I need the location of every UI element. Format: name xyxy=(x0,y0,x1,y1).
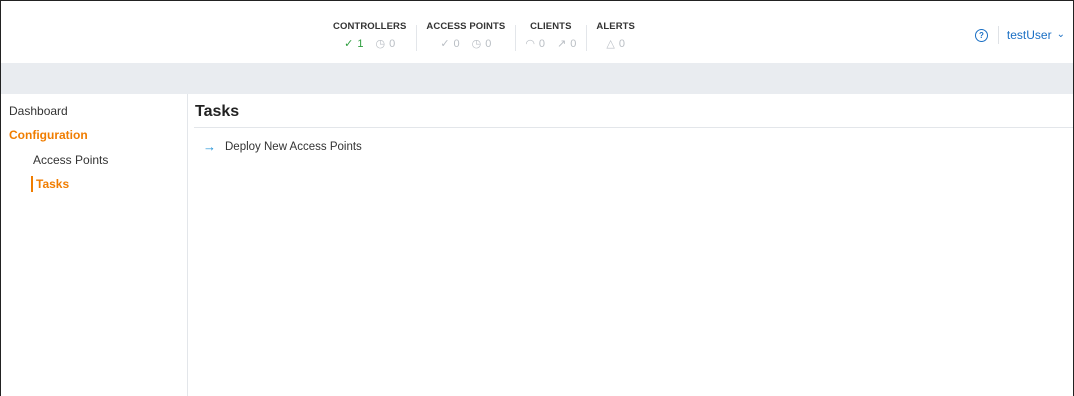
stat-controllers[interactable]: CONTROLLERS ✓ 1 ◷ 0 xyxy=(323,21,416,61)
clients-wireless: ◠ 0 xyxy=(525,37,545,51)
page-title: Tasks xyxy=(195,103,240,120)
warning-triangle-icon: △ xyxy=(606,37,615,50)
stat-value: 0 xyxy=(389,38,396,50)
controllers-up: ✓ 1 xyxy=(344,37,363,51)
chevron-down-icon: ⌄ xyxy=(1056,29,1065,40)
stat-alerts[interactable]: ALERTS △ 0 xyxy=(586,21,645,61)
status-summary: CONTROLLERS ✓ 1 ◷ 0 ACCESS POINTS ✓ 0 ◷ … xyxy=(323,21,645,61)
access-points-up: ✓ 0 xyxy=(440,37,459,51)
stat-value: 0 xyxy=(538,38,546,50)
user-area: ? testUser ⌄ xyxy=(974,26,1065,44)
stat-title: CONTROLLERS xyxy=(333,21,407,32)
sidebar-item-access-points[interactable]: Access Points xyxy=(33,153,108,167)
sidebar-item-configuration[interactable]: Configuration xyxy=(9,128,88,142)
stat-access-points[interactable]: ACCESS POINTS ✓ 0 ◷ 0 xyxy=(416,21,515,61)
divider xyxy=(194,127,1073,128)
stat-title: ALERTS xyxy=(596,21,635,32)
main-content: Tasks → Deploy New Access Points xyxy=(188,94,1073,396)
check-circle-icon: ✓ xyxy=(440,37,450,50)
stat-value: 0 xyxy=(618,38,625,50)
top-header: CONTROLLERS ✓ 1 ◷ 0 ACCESS POINTS ✓ 0 ◷ … xyxy=(1,1,1073,63)
controllers-pending: ◷ 0 xyxy=(376,37,396,51)
stat-value: 1 xyxy=(357,38,364,50)
sidebar-item-tasks[interactable]: Tasks xyxy=(31,176,69,192)
stat-value: 0 xyxy=(453,38,460,50)
stat-clients[interactable]: CLIENTS ◠ 0 ↗ 0 xyxy=(515,21,586,61)
deploy-new-access-points-link[interactable]: → Deploy New Access Points xyxy=(203,139,362,154)
task-label: Deploy New Access Points xyxy=(225,141,362,153)
stat-value: 0 xyxy=(485,38,492,50)
divider xyxy=(997,26,999,44)
sidebar-item-dashboard[interactable]: Dashboard xyxy=(9,104,68,118)
wifi-icon: ◠ xyxy=(525,37,535,50)
stat-title: ACCESS POINTS xyxy=(426,21,506,32)
clock-circle-icon: ◷ xyxy=(375,37,386,50)
alerts-count: △ 0 xyxy=(606,37,625,51)
check-circle-icon: ✓ xyxy=(344,37,354,50)
sidebar: Dashboard Configuration Access Points Ta… xyxy=(1,94,188,396)
access-points-pending: ◷ 0 xyxy=(472,37,492,51)
clients-wired: ↗ 0 xyxy=(557,37,576,51)
user-menu-button[interactable]: testUser ⌄ xyxy=(1007,28,1065,42)
user-name: testUser xyxy=(1006,28,1052,42)
arrow-right-icon: → xyxy=(203,139,216,154)
toolbar-band xyxy=(1,63,1073,94)
help-circle-icon[interactable]: ? xyxy=(974,28,988,42)
app-window: CONTROLLERS ✓ 1 ◷ 0 ACCESS POINTS ✓ 0 ◷ … xyxy=(0,0,1074,396)
stat-value: 0 xyxy=(570,38,577,50)
stat-title: CLIENTS xyxy=(530,21,572,32)
clock-circle-icon: ◷ xyxy=(471,37,482,50)
wired-icon: ↗ xyxy=(557,37,567,50)
